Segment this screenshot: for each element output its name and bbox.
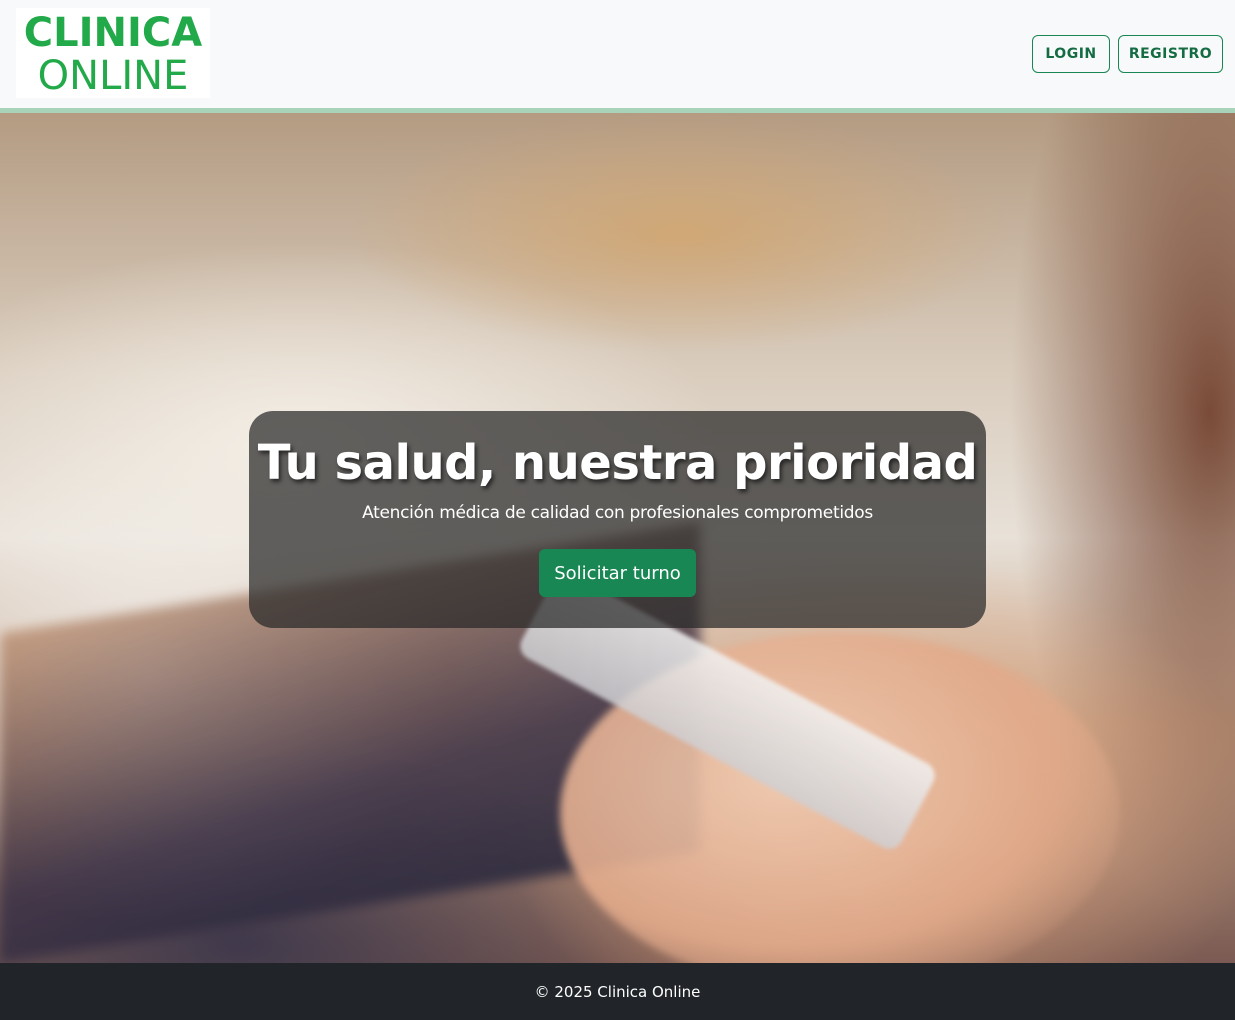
solicitar-turno-button[interactable]: Solicitar turno — [539, 549, 696, 597]
clinica-online-logo[interactable]: CLINICA ONLINE — [16, 8, 210, 98]
hero-section: Tu salud, nuestra prioridad Atención méd… — [0, 113, 1235, 963]
hero-title: Tu salud, nuestra prioridad — [257, 435, 978, 491]
footer: © 2025 Clinica Online — [0, 963, 1235, 1020]
hero-card: Tu salud, nuestra prioridad Atención méd… — [249, 411, 986, 628]
logo-line-2: ONLINE — [37, 52, 189, 99]
footer-copyright: © 2025 Clinica Online — [534, 982, 701, 1001]
navbar: CLINICA ONLINE LOGIN REGISTRO — [0, 0, 1235, 108]
logo-line-1: CLINICA — [23, 9, 203, 56]
register-button[interactable]: REGISTRO — [1118, 35, 1223, 73]
hero-subtitle: Atención médica de calidad con profesion… — [362, 503, 873, 523]
login-button[interactable]: LOGIN — [1032, 35, 1110, 73]
